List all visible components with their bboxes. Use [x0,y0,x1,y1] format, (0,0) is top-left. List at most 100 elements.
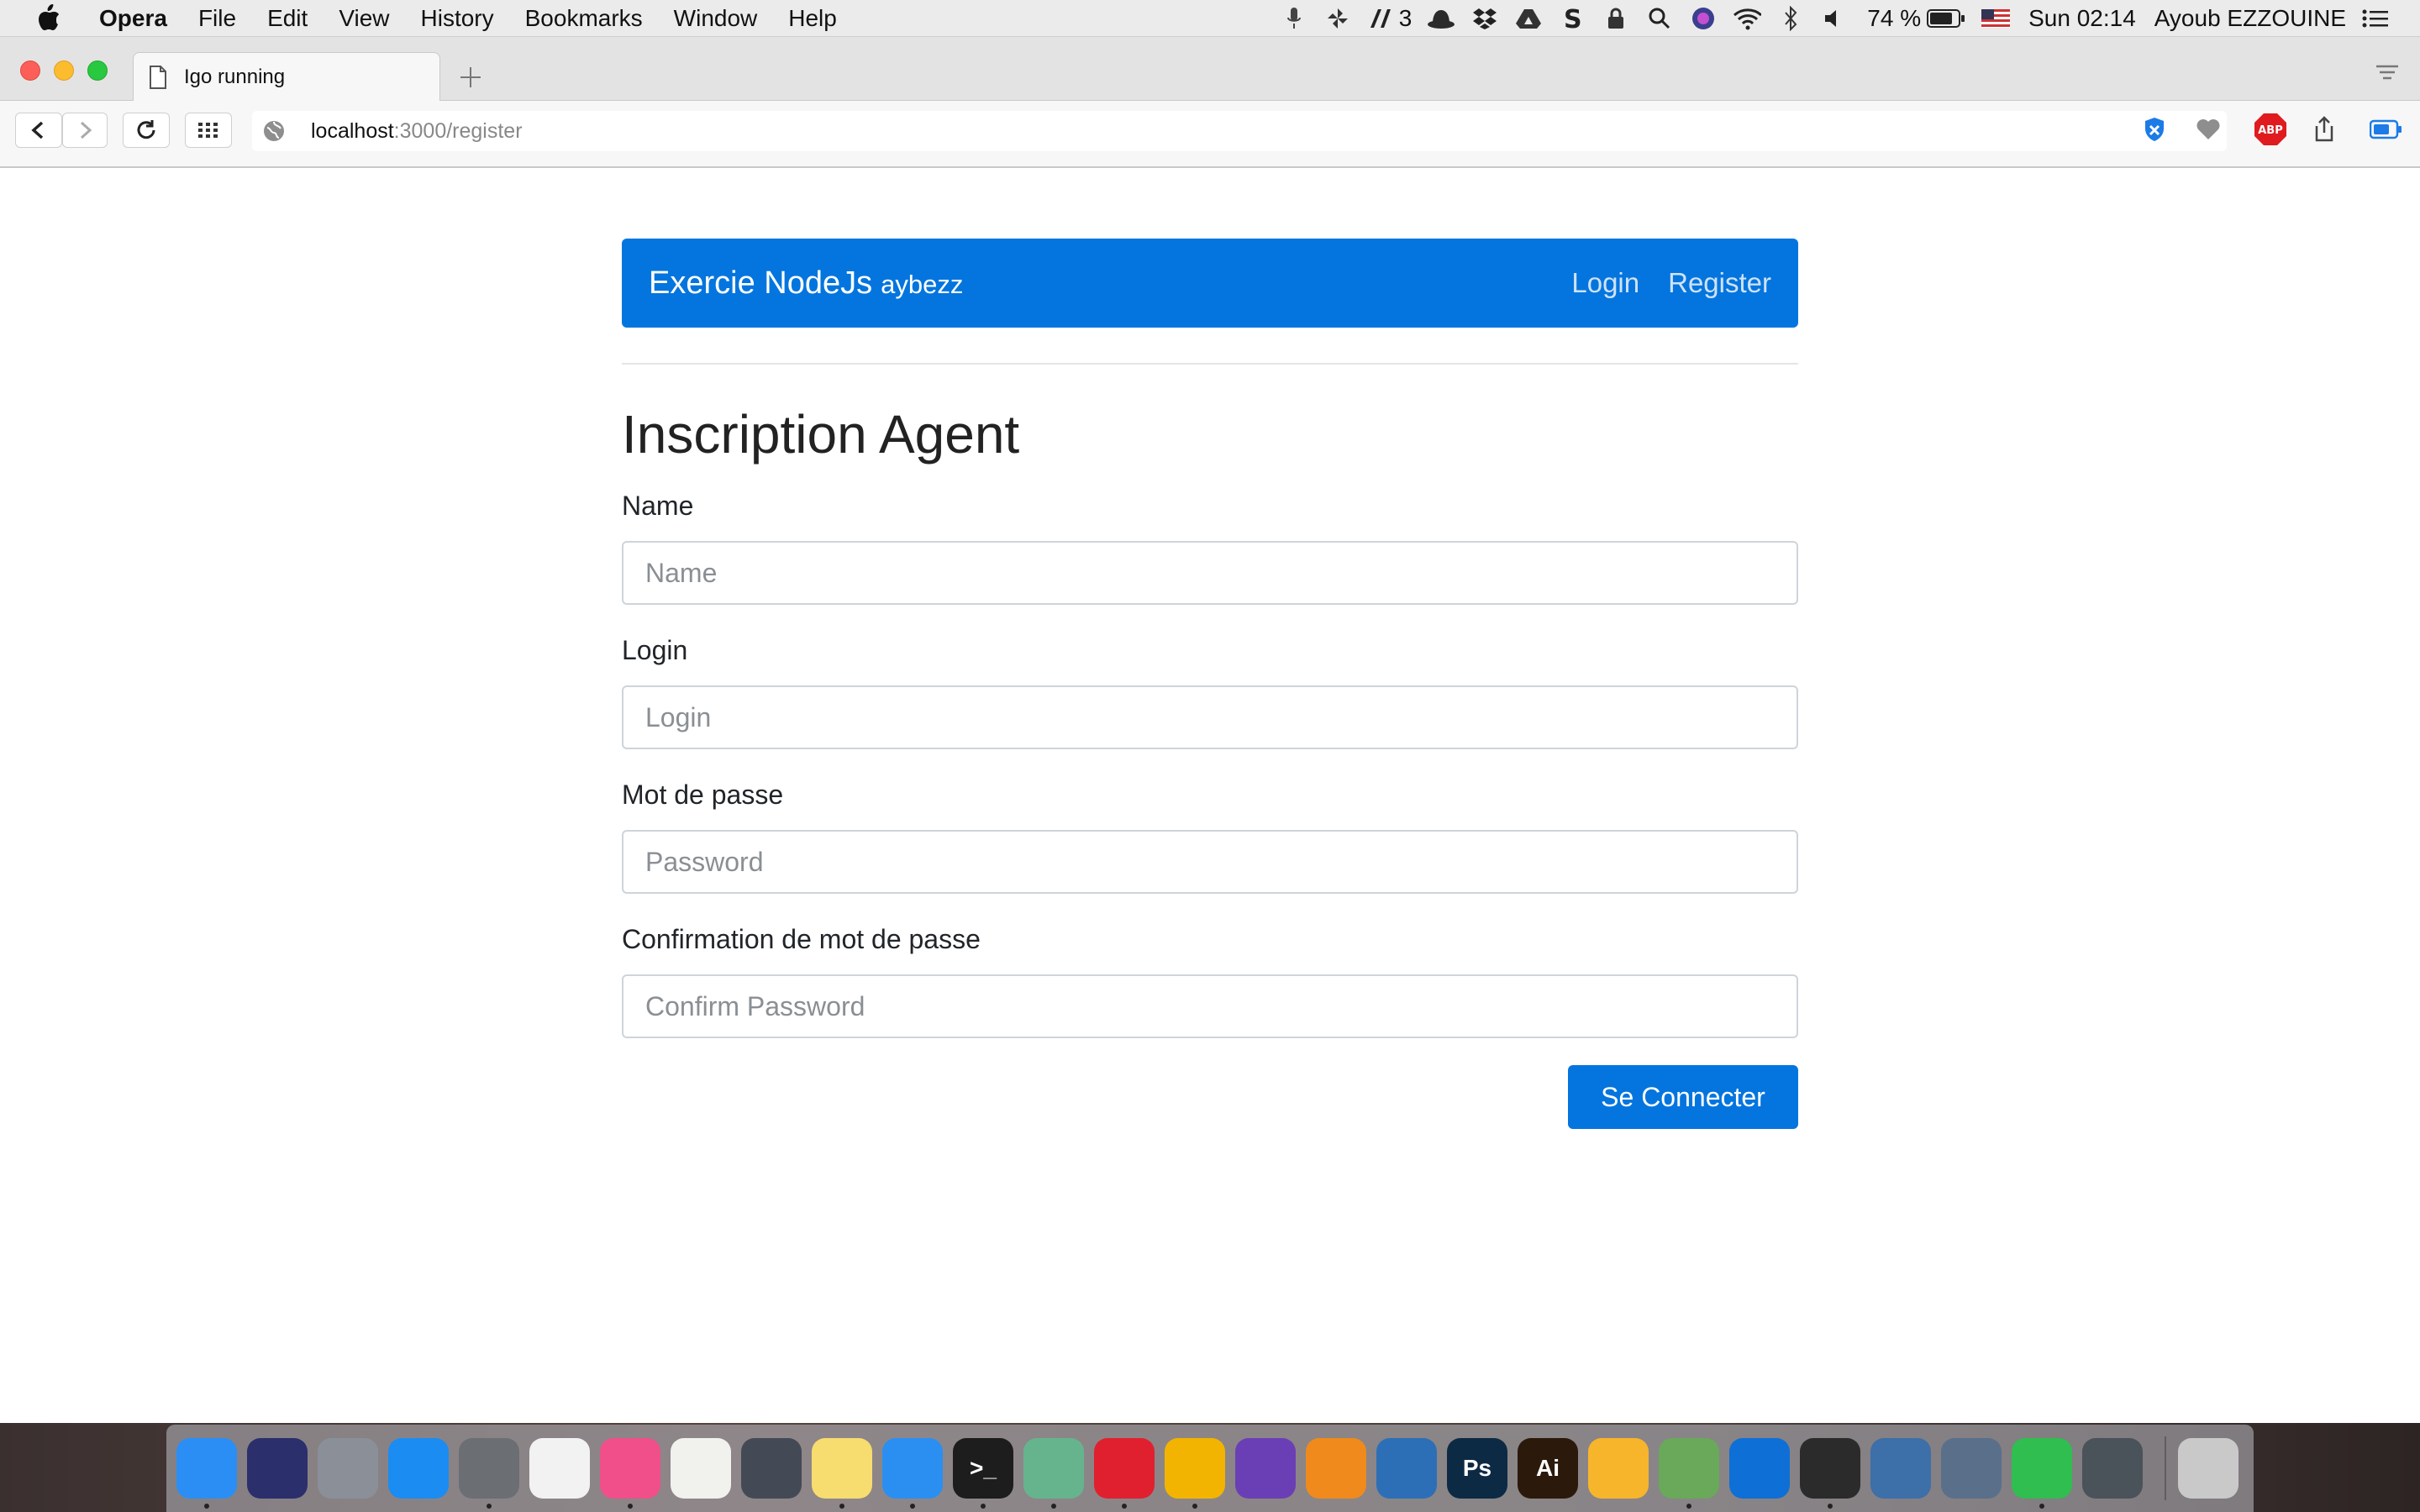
document-icon [149,65,167,89]
container-app-icon[interactable] [1376,1438,1437,1499]
google-drive-icon[interactable] [1514,4,1543,33]
url-field[interactable]: localhost:3000/register [252,111,2227,151]
sketch-icon[interactable] [1588,1438,1649,1499]
login-label: Login [622,635,688,665]
opera-icon[interactable] [1094,1438,1155,1509]
mr-app-icon[interactable] [1306,1438,1366,1499]
chrome-icon[interactable] [1165,1438,1225,1509]
menu-bookmarks[interactable]: Bookmarks [525,5,643,32]
menu-view[interactable]: View [339,5,389,32]
running-indicator [628,1504,633,1509]
dock: >_ Ps Ai [166,1425,2254,1512]
site-navbar: Exercie NodeJs aybezz Login Register [622,239,1798,328]
menu-window[interactable]: Window [674,5,758,32]
system-preferences-icon[interactable] [459,1438,519,1509]
menu-file[interactable]: File [198,5,236,32]
whatsapp-icon[interactable] [2012,1438,2072,1509]
name-input[interactable] [622,541,1798,605]
user-name[interactable]: Ayoub EZZOUINE [2154,5,2346,32]
quicktime-icon[interactable] [741,1438,802,1499]
elephant-app-icon[interactable] [2082,1438,2143,1499]
battery-percent: 74 % [1867,5,1922,31]
nav-link-register[interactable]: Register [1668,267,1771,299]
speed-dial-button[interactable] [185,113,232,148]
atom-icon[interactable] [1023,1438,1084,1509]
running-indicator [839,1504,844,1509]
launchpad-icon[interactable] [318,1438,378,1499]
tab-bar: Igo running [0,37,2420,101]
spotlight-search-icon[interactable] [1645,4,1674,33]
forward-button[interactable] [62,113,108,148]
virtualbox-icon[interactable] [1870,1438,1931,1499]
close-window-button[interactable] [20,60,40,81]
running-indicator [1686,1504,1691,1509]
volume-icon[interactable] [1820,4,1849,33]
share-icon[interactable] [2307,113,2341,146]
adobe-count: 3 [1398,5,1413,31]
illustrator-icon[interactable]: Ai [1518,1438,1578,1499]
running-indicator [981,1504,986,1509]
nav-link-login[interactable]: Login [1571,267,1639,299]
adobe-cc-icon[interactable] [1367,4,1396,33]
menu-edit[interactable]: Edit [267,5,308,32]
address-bar-extensions: ABP [2118,113,2403,146]
url-path: :3000/register [393,118,523,143]
siri-icon[interactable] [247,1438,308,1499]
tab-active[interactable]: Igo running [133,52,440,101]
photoshop-icon[interactable]: Ps [1447,1438,1507,1499]
android-studio-icon[interactable] [1659,1438,1719,1509]
skype-s-icon[interactable]: S [1558,4,1586,33]
menu-history[interactable]: History [421,5,494,32]
siri-icon[interactable] [1689,4,1718,33]
remote-desktop-icon[interactable] [1941,1438,2002,1499]
wifi-icon[interactable] [1733,4,1762,33]
finder-icon[interactable] [176,1438,237,1509]
name-label: Name [622,491,694,521]
heart-icon[interactable] [2191,113,2225,146]
vpn-shield-icon[interactable] [2138,113,2171,146]
safari-icon[interactable] [882,1438,943,1509]
clock[interactable]: Sun 02:14 [2028,5,2136,32]
password-input[interactable] [622,830,1798,894]
url-host: localhost [311,118,394,143]
divider [622,363,1798,365]
dropbox-icon[interactable] [1470,4,1499,33]
globe-icon[interactable] [262,119,286,143]
dock-separator [2165,1436,2166,1500]
menu-app-name[interactable]: Opera [99,5,167,32]
alfred-hat-icon[interactable] [1427,4,1455,33]
bluetooth-icon[interactable] [1776,4,1805,33]
terminal-icon[interactable]: >_ [953,1438,1013,1509]
web-page: Exercie NodeJs aybezz Login Register Insc… [0,168,2420,1423]
adblock-icon[interactable]: ABP [2254,113,2287,146]
notification-center-icon[interactable] [2361,4,2390,33]
login-input[interactable] [622,685,1798,749]
reload-button[interactable] [123,113,170,148]
itunes-icon[interactable] [600,1438,660,1509]
pinwheel-icon[interactable] [1323,4,1352,33]
zoom-window-button[interactable] [87,60,108,81]
site-brand[interactable]: Exercie NodeJs aybezz [649,265,963,302]
tab-menu-icon[interactable] [2375,62,2403,91]
battery-saver-icon[interactable] [2370,113,2403,146]
app-store-icon[interactable] [388,1438,449,1499]
acrobat-icon[interactable] [1800,1438,1860,1509]
lock-icon[interactable] [1602,4,1630,33]
us-flag-icon[interactable] [1981,4,2011,33]
notes-icon[interactable] [812,1438,872,1509]
new-tab-button[interactable] [454,60,487,94]
menu-help[interactable]: Help [788,5,837,32]
nightly-icon[interactable] [1235,1438,1296,1499]
confirm-password-input[interactable] [622,974,1798,1038]
microphone-icon[interactable] [1280,4,1308,33]
submit-button[interactable]: Se Connecter [1568,1065,1798,1129]
password-label: Mot de passe [622,780,784,810]
apple-icon[interactable] [32,2,66,35]
textedit-icon[interactable] [671,1438,731,1499]
minimize-window-button[interactable] [54,60,74,81]
trash-icon[interactable] [2178,1438,2238,1499]
back-button[interactable] [15,113,62,148]
grid-app-icon[interactable] [529,1438,590,1499]
battery-icon[interactable] [1926,4,1966,33]
teamviewer-icon[interactable] [1729,1438,1790,1499]
